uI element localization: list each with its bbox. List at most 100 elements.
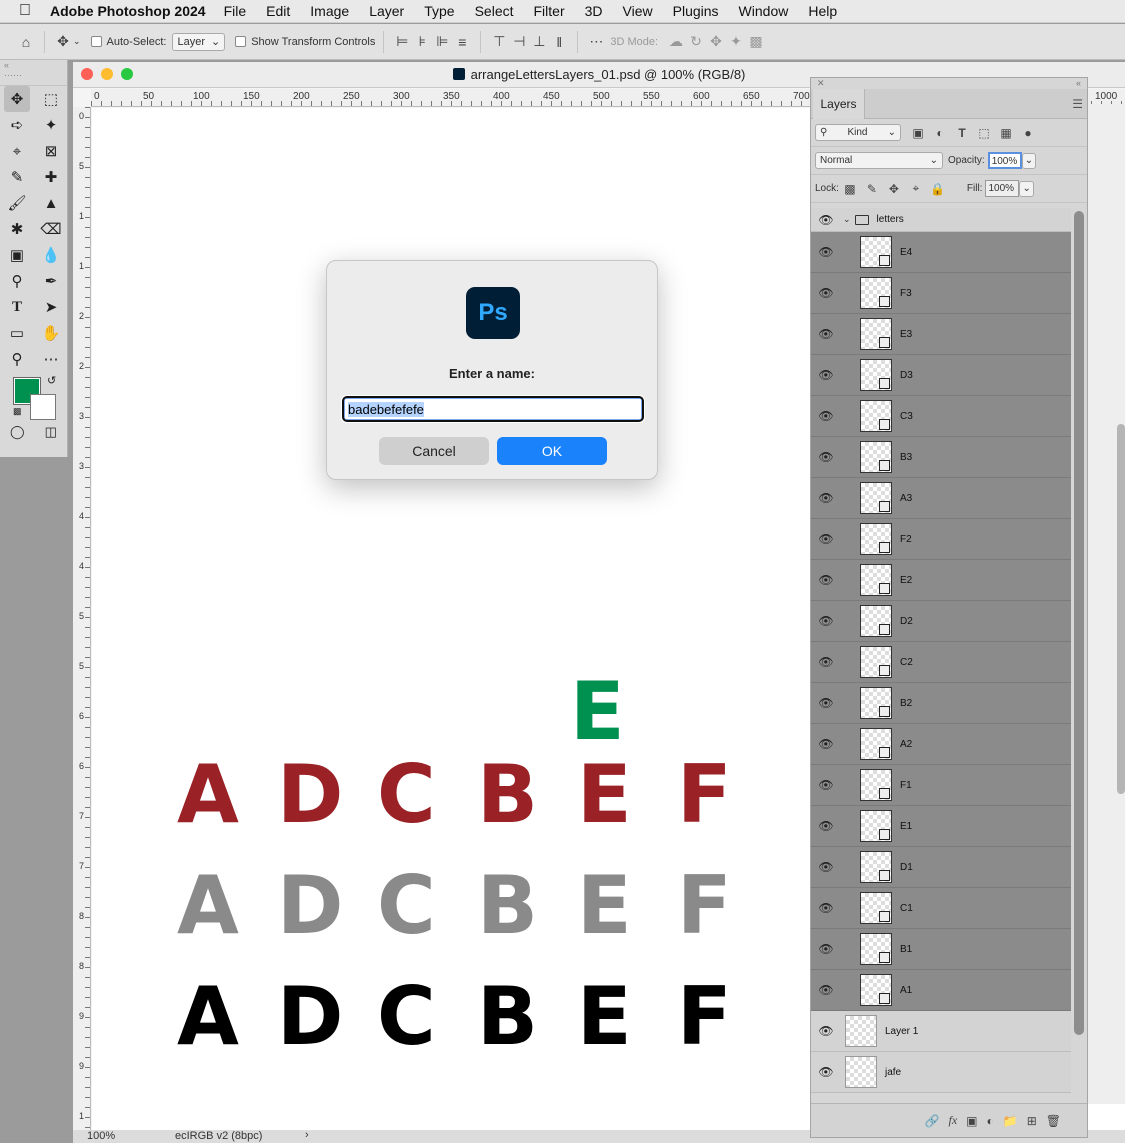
apple-icon[interactable]:  xyxy=(0,2,50,20)
show-transform-checkbox[interactable] xyxy=(235,36,247,47)
blend-mode-dropdown[interactable]: Normal ⌄ xyxy=(815,152,943,169)
eye-icon[interactable]: 👁 xyxy=(811,696,841,710)
align-vcenter-icon[interactable]: ⊣ xyxy=(509,32,529,52)
eye-icon[interactable]: 👁 xyxy=(811,942,841,956)
layer-row[interactable]: 👁 C3 xyxy=(811,396,1071,437)
layer-row[interactable]: 👁 F3 xyxy=(811,273,1071,314)
layer-row[interactable]: 👁 C1 xyxy=(811,888,1071,929)
chevron-right-icon[interactable]: › xyxy=(305,1129,309,1141)
app-name[interactable]: Adobe Photoshop 2024 xyxy=(50,3,206,19)
lock-transparent-icon[interactable]: ▩ xyxy=(839,182,861,196)
marquee-tool-icon[interactable]: ⬚ xyxy=(34,86,68,112)
align-top-icon[interactable]: ⊤ xyxy=(489,32,509,52)
screen-mode-icon[interactable]: ◫ xyxy=(45,424,57,440)
layer-row[interactable]: 👁 C2 xyxy=(811,642,1071,683)
menu-type[interactable]: Type xyxy=(424,3,454,19)
gradient-tool-icon[interactable]: ▣ xyxy=(0,242,34,268)
home-icon[interactable]: ⌂ xyxy=(16,32,36,52)
vertical-scrollbar[interactable] xyxy=(1117,424,1125,794)
layer-row[interactable]: 👁 D1 xyxy=(811,847,1071,888)
camera-3d-icon[interactable]: ▩ xyxy=(746,32,766,52)
layer-group-letters[interactable]: 👁 ⌄ letters xyxy=(811,208,1071,232)
menu-edit[interactable]: Edit xyxy=(266,3,290,19)
crop-tool-icon[interactable]: ⌖ xyxy=(0,138,34,164)
filter-type-icon[interactable]: T xyxy=(951,126,973,140)
rectangle-tool-icon[interactable]: ▭ xyxy=(0,320,34,346)
lasso-tool-icon[interactable]: ➪ xyxy=(0,112,34,138)
eye-icon[interactable]: 👁 xyxy=(811,655,841,669)
orbit-3d-icon[interactable]: ☁ xyxy=(666,32,686,52)
swap-colors-icon[interactable]: ↺ xyxy=(47,374,56,387)
auto-select-checkbox[interactable] xyxy=(90,36,102,47)
tab-layers[interactable]: Layers xyxy=(813,89,865,119)
align-center-icon[interactable]: ⊧ xyxy=(412,32,432,52)
lock-all-icon[interactable]: 🔒 xyxy=(927,182,949,196)
layer-row[interactable]: 👁 D3 xyxy=(811,355,1071,396)
hand-tool-icon[interactable]: ✋ xyxy=(34,320,68,346)
more-options-icon[interactable]: ⋯ xyxy=(586,32,606,52)
eye-icon[interactable]: 👁 xyxy=(811,1065,841,1079)
distribute-icon[interactable]: ‖ xyxy=(549,32,569,52)
panel-grip[interactable]: «⋯⋯ xyxy=(0,60,67,86)
menu-select[interactable]: Select xyxy=(475,3,514,19)
default-colors-icon[interactable]: ▩ xyxy=(13,406,22,417)
eye-icon[interactable]: 👁 xyxy=(811,491,841,505)
lock-position-icon[interactable]: ✥ xyxy=(883,182,905,196)
eye-icon[interactable]: 👁 xyxy=(811,778,841,792)
stamp-tool-icon[interactable]: ▲ xyxy=(34,190,68,216)
close-panel-icon[interactable]: ✕ xyxy=(817,78,825,89)
lock-artboard-icon[interactable]: ⌖ xyxy=(905,181,927,196)
fill-dropdown[interactable]: ⌄ xyxy=(1019,180,1034,197)
menu-3d[interactable]: 3D xyxy=(585,3,603,19)
dodge-tool-icon[interactable]: ⚲ xyxy=(0,268,34,294)
menu-plugins[interactable]: Plugins xyxy=(673,3,719,19)
slide-3d-icon[interactable]: ✦ xyxy=(726,32,746,52)
fill-input[interactable]: 100% xyxy=(985,180,1020,197)
eye-icon[interactable]: 👁 xyxy=(811,860,841,874)
eye-icon[interactable]: 👁 xyxy=(811,532,841,546)
filter-smart-object-icon[interactable]: ▦ xyxy=(995,126,1017,140)
opacity-input[interactable]: 100% xyxy=(987,152,1022,169)
layer-row[interactable]: 👁 B2 xyxy=(811,683,1071,724)
zoom-tool-icon[interactable]: ⚲ xyxy=(0,346,34,372)
fx-icon[interactable]: fx xyxy=(948,1113,957,1128)
eye-icon[interactable]: 👁 xyxy=(811,409,841,423)
cancel-button[interactable]: Cancel xyxy=(379,437,489,465)
opacity-dropdown[interactable]: ⌄ xyxy=(1021,152,1037,169)
roll-3d-icon[interactable]: ↻ xyxy=(686,32,706,52)
eye-icon[interactable]: 👁 xyxy=(811,983,841,997)
menu-filter[interactable]: Filter xyxy=(534,3,565,19)
layer-row[interactable]: 👁 F1 xyxy=(811,765,1071,806)
name-input[interactable] xyxy=(341,395,645,423)
filter-shape-icon[interactable]: ⬚ xyxy=(973,126,995,140)
align-right-icon[interactable]: ⊫ xyxy=(432,32,452,52)
lock-image-icon[interactable]: ✎ xyxy=(861,182,883,196)
chevron-down-icon[interactable]: ⌄ xyxy=(73,36,81,47)
auto-select-dropdown[interactable]: Layer ⌄ xyxy=(172,32,226,51)
eyedropper-icon[interactable]: ✎ xyxy=(0,164,34,190)
healing-brush-icon[interactable]: ✚ xyxy=(34,164,68,190)
brush-tool-icon[interactable]: 🖌 xyxy=(0,190,34,216)
menu-window[interactable]: Window xyxy=(739,3,789,19)
layer-row[interactable]: 👁 E3 xyxy=(811,314,1071,355)
eye-icon[interactable]: 👁 xyxy=(811,1024,841,1038)
layer-row[interactable]: 👁 E2 xyxy=(811,560,1071,601)
layer-row[interactable]: 👁 B1 xyxy=(811,929,1071,970)
magic-wand-icon[interactable]: ✦ xyxy=(34,112,68,138)
eye-icon[interactable]: 👁 xyxy=(811,368,841,382)
layer-row[interactable]: 👁 E4 xyxy=(811,232,1071,273)
adjustment-layer-icon[interactable]: ◐ xyxy=(987,1114,994,1128)
layer-row[interactable]: 👁 A1 xyxy=(811,970,1071,1011)
layer-row[interactable]: 👁 A3 xyxy=(811,478,1071,519)
align-left-icon[interactable]: ⊨ xyxy=(392,32,412,52)
filter-toggle-icon[interactable]: ● xyxy=(1017,126,1039,140)
pan-3d-icon[interactable]: ✥ xyxy=(706,32,726,52)
layer-row[interactable]: 👁 D2 xyxy=(811,601,1071,642)
ok-button[interactable]: OK xyxy=(497,437,607,465)
layer-row[interactable]: 👁 E1 xyxy=(811,806,1071,847)
eye-icon[interactable]: 👁 xyxy=(811,737,841,751)
move-tool-icon[interactable]: ✥ xyxy=(4,86,30,112)
pen-tool-icon[interactable]: ✒ xyxy=(34,268,68,294)
new-group-icon[interactable]: 📁 xyxy=(1003,1114,1018,1128)
delete-layer-icon[interactable]: 🗑 xyxy=(1046,1114,1061,1128)
